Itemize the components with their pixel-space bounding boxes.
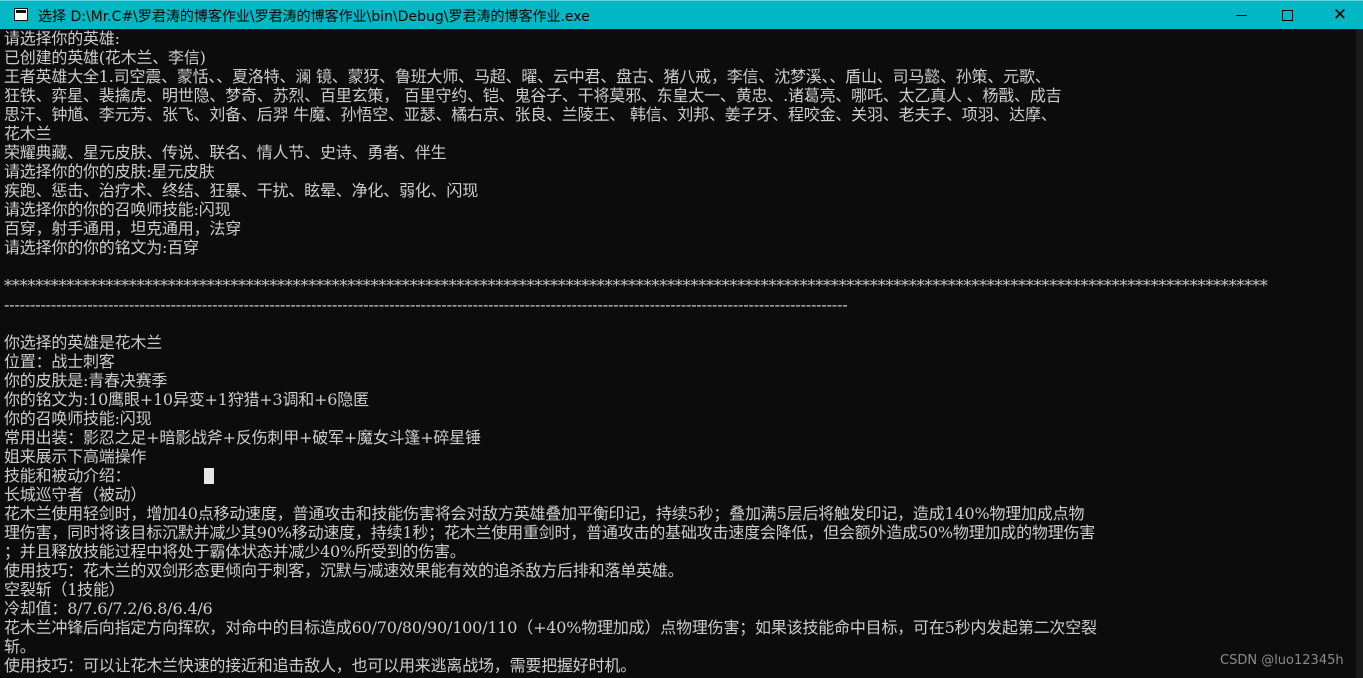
console-line: 请选择你的英雄: xyxy=(4,29,120,48)
console-line: 位置：战士刺客 xyxy=(4,352,115,371)
console-line-separator: ----------------------------------------… xyxy=(4,295,848,314)
maximize-icon xyxy=(1281,9,1293,21)
console-line: 你的皮肤是:青春决赛季 xyxy=(4,371,168,390)
title-bar[interactable]: 选择 D:\Mr.C#\罗君涛的博客作业\罗君涛的博客作业\bin\Debug\… xyxy=(0,0,1363,29)
console-line: 狂铁、弈星、裴擒虎、明世隐、梦奇、苏烈、百里玄策， 百里守约、铠、鬼谷子、干将莫… xyxy=(4,86,1062,105)
console-line: 长城巡守者（被动） xyxy=(4,485,147,504)
console-output[interactable]: 请选择你的英雄: 已创建的英雄(花木兰、李信) 王者英雄大全1.司空震、蒙恬、、… xyxy=(0,29,1356,678)
console-line: 王者英雄大全1.司空震、蒙恬、、夏洛特、澜 镜、蒙犽、鲁班大师、马超、曜、云中君… xyxy=(4,67,1051,86)
console-line: 请选择你的你的皮肤:星元皮肤 xyxy=(4,162,215,181)
maximize-button[interactable] xyxy=(1264,1,1310,29)
console-line: 你选择的英雄是花木兰 xyxy=(4,333,163,352)
console-line: 姐来展示下高端操作 xyxy=(4,447,147,466)
console-line: 疾跑、惩击、治疗术、终结、狂暴、干扰、眩晕、净化、弱化、闪现 xyxy=(4,181,479,200)
close-icon: ✕ xyxy=(1332,4,1348,25)
console-line: 请选择你的你的召唤师技能:闪现 xyxy=(4,200,231,219)
console-line-separator: ****************************************… xyxy=(4,276,1268,295)
console-line: 请选择你的你的铭文为:百穿 xyxy=(4,238,199,257)
close-button[interactable]: ✕ xyxy=(1317,1,1363,29)
console-line: 使用技巧：花木兰的双剑形态更倾向于刺客，沉默与减速效果能有效的追杀敌方后排和落单… xyxy=(4,561,684,580)
csdn-watermark: CSDN @luo12345h xyxy=(1220,653,1344,668)
console-line: 空裂斩（1技能） xyxy=(4,580,125,599)
console-line: 花木兰使用轻剑时，增加40点移动速度，普通攻击和技能伤害将会对敌方英雄叠加平衡印… xyxy=(4,504,1085,523)
console-line: 理伤害，同时将该目标沉默并减少其90%移动速度，持续1秒；花木兰使用重剑时，普通… xyxy=(4,523,1096,542)
console-line: 冷却值：8/7.6/7.2/6.8/6.4/6 xyxy=(4,599,213,618)
console-line: ；并且释放技能过程中将处于霸体状态并减少40%所受到的伤害。 xyxy=(4,542,466,561)
console-line: 你的召唤师技能:闪现 xyxy=(4,409,152,428)
console-line: 常用出装：影忍之足+暗影战斧+反伤刺甲+破军+魔女斗篷+碎星锤 xyxy=(4,428,481,447)
vertical-scrollbar[interactable] xyxy=(1356,29,1363,678)
console-line: 你的铭文为:10鹰眼+10异变+1狩猎+3调和+6隐匿 xyxy=(4,390,369,409)
console-app-icon[interactable] xyxy=(14,8,28,21)
window-title: 选择 D:\Mr.C#\罗君涛的博客作业\罗君涛的博客作业\bin\Debug\… xyxy=(38,9,590,25)
minimize-icon xyxy=(1235,14,1247,16)
minimize-button[interactable] xyxy=(1218,1,1264,29)
console-line: 荣耀典藏、星元皮肤、传说、联名、情人节、史诗、勇者、伴生 xyxy=(4,143,447,162)
console-line: 斩。 xyxy=(4,637,36,656)
console-line: 思汗、钟馗、李元芳、张飞、刘备、后羿 牛魔、孙悟空、亚瑟、橘右京、张良、兰陵王、… xyxy=(4,105,1057,124)
console-line: 花木兰冲锋后向指定方向挥砍，对命中的目标造成60/70/80/90/100/11… xyxy=(4,618,1097,637)
text-cursor xyxy=(204,468,214,484)
console-line: 已创建的英雄(花木兰、李信) xyxy=(4,48,206,67)
console-line: 花木兰 xyxy=(4,124,52,143)
console-line: 使用技巧：可以让花木兰快速的接近和追击敌人，也可以用来逃离战场，需要把握好时机。 xyxy=(4,656,637,675)
console-line: 百穿，射手通用，坦克通用，法穿 xyxy=(4,219,242,238)
